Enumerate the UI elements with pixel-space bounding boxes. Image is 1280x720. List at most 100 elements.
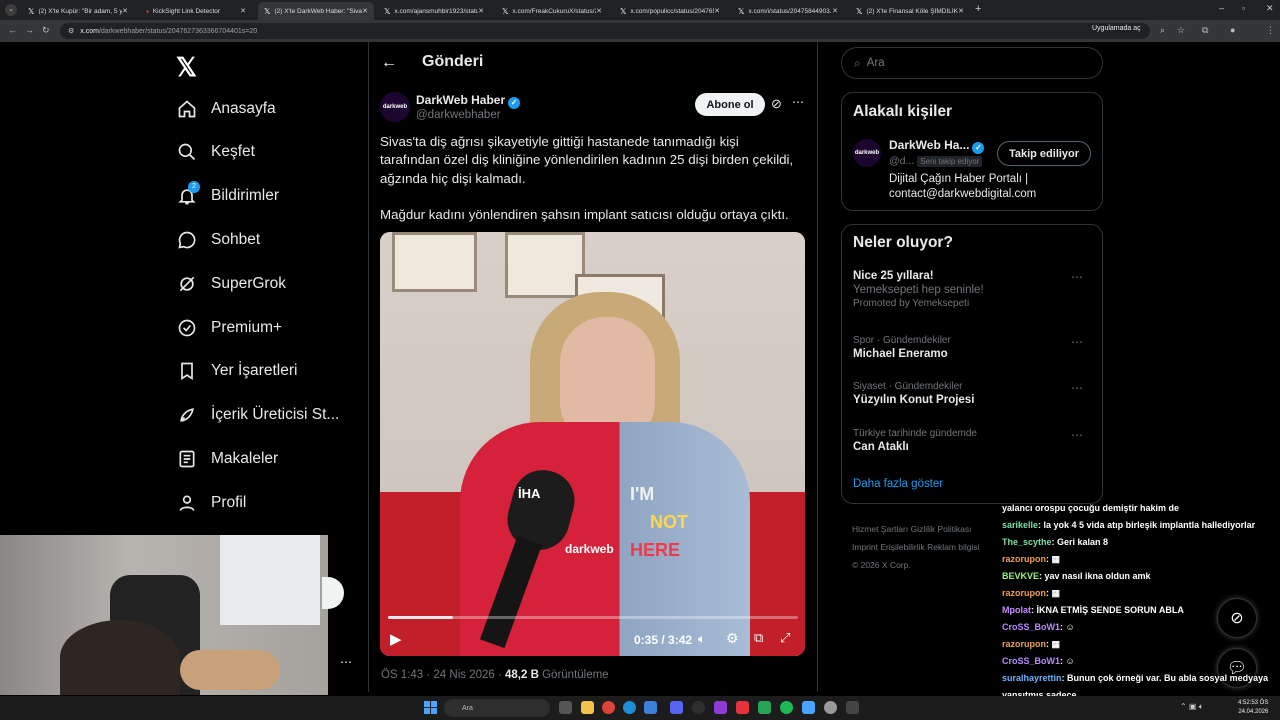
forward-icon[interactable]: → — [25, 25, 34, 35]
discord-icon[interactable] — [670, 701, 683, 714]
nav-item-chat[interactable]: Sohbet — [176, 225, 260, 255]
nav-item-home[interactable]: Anasayfa — [176, 94, 276, 124]
compose-float-button[interactable] — [322, 577, 344, 609]
windows-start-icon[interactable] — [424, 701, 437, 714]
open-in-app-chip[interactable]: Uygulamada aç — [1092, 25, 1141, 32]
browser-tab[interactable]: 𝕏x.com/populicc/status/204765... ✕ — [614, 2, 726, 20]
trend-item[interactable]: Türkiye tarihinde gündemde Can Ataklı ⋯ — [853, 428, 1093, 453]
chat-username[interactable]: sarikelle — [1002, 520, 1038, 530]
trend-item[interactable]: Siyaset · Gündemdekiler Yüzyılın Konut P… — [853, 381, 1093, 406]
chat-username[interactable]: suralhayrettin — [1002, 673, 1062, 683]
close-icon[interactable]: ✕ — [596, 7, 602, 15]
more-options-icon[interactable]: ⋯ — [1071, 428, 1083, 442]
chat-username[interactable]: razorupon — [1002, 639, 1046, 649]
search-input[interactable]: ⌕ Ara — [841, 47, 1103, 79]
url-field[interactable]: ⚙ x.com/darkwebhaber/status/204762736336… — [60, 23, 1150, 39]
pip-icon[interactable]: ⧉ — [754, 630, 763, 646]
zoom-icon[interactable]: ⌕ — [1160, 25, 1165, 36]
minimize-icon[interactable]: – — [1219, 3, 1224, 13]
close-icon[interactable]: ✕ — [958, 7, 964, 15]
tweet-timestamp[interactable]: ÖS 1:43 · 24 Nis 2026 · — [381, 669, 505, 681]
back-icon[interactable]: ← — [8, 25, 17, 35]
tweet-video[interactable]: I'M NOT HERE darkweb İHA ▶ 0:35 / 3:42 🔈… — [380, 232, 805, 656]
chat-username[interactable]: razorupon — [1002, 554, 1046, 564]
browser-tab[interactable]: 𝕏 (2) X'te Finansal Köle ŞİMDİLİK... ✕ — [850, 2, 970, 20]
nav-item-notifications[interactable]: 2 Bildirimler — [176, 181, 279, 211]
file-explorer-icon[interactable] — [581, 701, 594, 714]
show-more-link[interactable]: Daha fazla göster — [853, 478, 943, 490]
browser-tab[interactable]: ▪ KickSight Link Detector ✕ — [140, 2, 252, 20]
video-progress-track[interactable] — [388, 616, 798, 619]
app-icon[interactable] — [846, 701, 859, 714]
app-icon[interactable] — [736, 701, 749, 714]
chrome-icon[interactable] — [602, 701, 615, 714]
close-icon[interactable]: ✕ — [714, 7, 720, 15]
subscribe-button[interactable]: Abone ol — [695, 93, 765, 116]
chat-username[interactable]: razorupon — [1002, 588, 1046, 598]
site-info-icon[interactable]: ⚙ — [68, 27, 74, 35]
more-options-icon[interactable]: ⋯ — [340, 655, 352, 669]
close-icon[interactable]: ✕ — [122, 7, 128, 15]
menu-icon[interactable]: ⋮ — [1266, 25, 1275, 36]
maximize-icon[interactable]: ▫ — [1242, 3, 1245, 13]
chat-username[interactable]: Mpolat — [1002, 605, 1031, 615]
footer-row[interactable]: Imprint Erişilebilirlik Reklam bilgisi — [852, 538, 1012, 556]
author-avatar[interactable]: darkweb — [380, 92, 410, 122]
more-options-icon[interactable]: ⋯ — [1071, 335, 1083, 349]
following-button[interactable]: Takip ediliyor — [997, 141, 1091, 166]
nav-item-supergrok[interactable]: SuperGrok — [176, 269, 286, 299]
app-icon[interactable] — [802, 701, 815, 714]
profile-avatar-icon[interactable]: ● — [1230, 25, 1235, 35]
chat-username[interactable]: CroSS_BoW1 — [1002, 656, 1060, 666]
system-tray-icons[interactable]: ⌃ ▣ 🔈︎ — [1180, 702, 1204, 712]
footer-row[interactable]: Hizmet Şartları Gizlilik Politikası — [852, 520, 1012, 538]
app-icon[interactable] — [758, 701, 771, 714]
reload-icon[interactable]: ↻ — [42, 25, 50, 36]
nav-item-premium[interactable]: Premium+ — [176, 313, 282, 343]
tab-menu-icon[interactable]: ⌄ — [5, 4, 17, 16]
nav-item-explore[interactable]: Keşfet — [176, 137, 255, 167]
window-close-icon[interactable]: ✕ — [1266, 3, 1274, 14]
chat-username[interactable]: The_scythe — [1002, 537, 1052, 547]
close-icon[interactable]: ✕ — [362, 7, 368, 15]
close-icon[interactable]: ✕ — [240, 7, 246, 15]
browser-tab[interactable]: 𝕏x.com/FreakCukuruX/status/20...✕ — [496, 2, 608, 20]
related-avatar[interactable]: darkweb — [853, 139, 881, 167]
nav-item-bookmarks[interactable]: Yer İşaretleri — [176, 356, 297, 386]
close-icon[interactable]: ✕ — [478, 7, 484, 15]
chat-username[interactable]: CroSS_BoW1 — [1002, 622, 1060, 632]
more-options-icon[interactable]: ⋯ — [792, 95, 804, 109]
nav-item-articles[interactable]: Makaleler — [176, 444, 278, 474]
volume-icon[interactable]: 🔈︎ — [698, 631, 706, 647]
app-icon[interactable] — [714, 701, 727, 714]
grok-icon[interactable]: ⊘ — [771, 96, 782, 112]
author-name[interactable]: DarkWeb Haber ✓ — [416, 93, 521, 109]
settings-icon[interactable]: ⚙ — [726, 630, 739, 647]
more-options-icon[interactable]: ⋯ — [1071, 270, 1083, 284]
trend-item[interactable]: Nice 25 yıllara! Yemeksepeti hep seninle… — [853, 270, 1093, 309]
related-name[interactable]: DarkWeb Ha... ✓ — [889, 138, 985, 154]
trend-item[interactable]: Spor · Gündemdekiler Michael Eneramo ⋯ — [853, 335, 1093, 360]
edge-icon[interactable] — [623, 701, 636, 714]
browser-tab[interactable]: 𝕏x.com/ajansmuhbir1923/status...✕ — [378, 2, 490, 20]
more-options-icon[interactable]: ⋯ — [1071, 381, 1083, 395]
spotify-icon[interactable] — [780, 701, 793, 714]
app-icon[interactable] — [824, 701, 837, 714]
nav-item-profile[interactable]: Profil — [176, 488, 246, 518]
nav-item-creator-studio[interactable]: İçerik Üreticisi St... — [176, 400, 339, 430]
play-icon[interactable]: ▶ — [390, 630, 402, 648]
new-tab-icon[interactable]: + — [975, 3, 981, 15]
author-handle[interactable]: @darkwebhaber — [416, 109, 501, 121]
back-arrow-icon[interactable]: ← — [381, 54, 397, 72]
extensions-icon[interactable]: ⧉ — [1202, 25, 1208, 36]
taskbar-search-input[interactable]: Ara — [444, 699, 550, 717]
browser-tab[interactable]: 𝕏(2) X'te Kupür: "Bir adam, 5 yıldır...✕ — [22, 2, 134, 20]
browser-tab-active[interactable]: 𝕏(2) X'te DarkWeb Haber: "Sivas'ta...✕ — [258, 2, 374, 20]
browser-tab[interactable]: 𝕏x.com/i/status/20475844903... ✕ — [732, 2, 844, 20]
store-icon[interactable] — [644, 701, 657, 714]
close-icon[interactable]: ✕ — [832, 7, 838, 15]
chat-username[interactable]: BEVKVE — [1002, 571, 1039, 581]
star-icon[interactable]: ☆ — [1177, 25, 1185, 36]
fullscreen-icon[interactable]: ⤢ — [780, 630, 790, 646]
x-logo-icon[interactable]: 𝕏 — [176, 52, 197, 83]
